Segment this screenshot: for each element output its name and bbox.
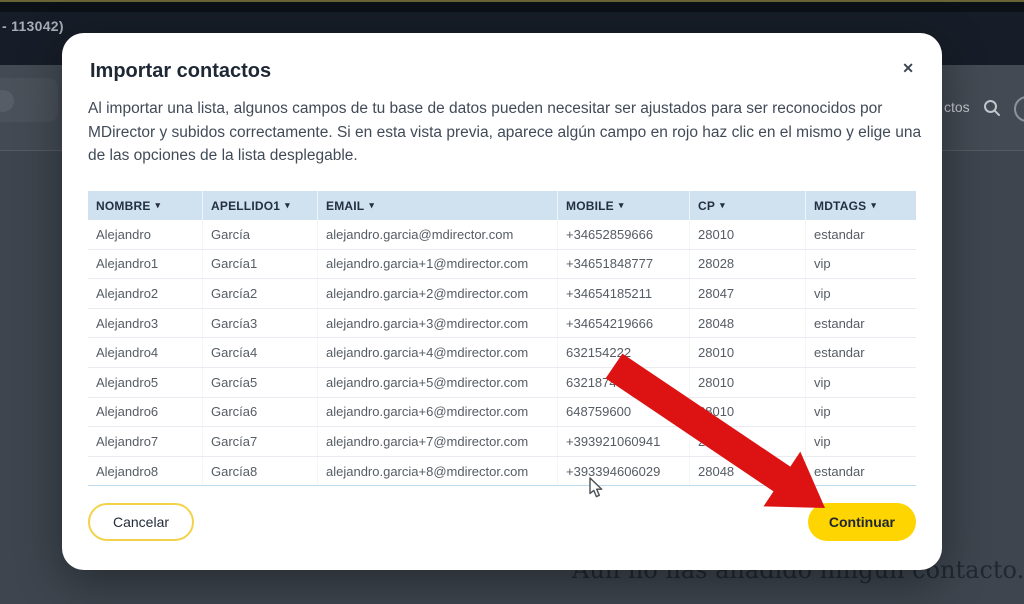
table-cell: +34651848777: [557, 250, 689, 279]
table-row: AlejandroGarcíaalejandro.garcia@mdirecto…: [88, 220, 916, 250]
table-cell: García2: [202, 279, 317, 308]
column-header-mdtags[interactable]: MDTAGS ▾: [805, 191, 916, 220]
column-label: MDTAGS: [814, 199, 866, 213]
table-cell: 28028: [689, 250, 805, 279]
table-cell: García7: [202, 427, 317, 456]
chevron-down-icon: ▾: [369, 200, 374, 211]
table-cell: alejandro.garcia+6@mdirector.com: [317, 398, 557, 427]
close-icon[interactable]: ✕: [902, 61, 914, 75]
cancel-button[interactable]: Cancelar: [88, 503, 194, 541]
table-cell: +393921060941: [557, 427, 689, 456]
chevron-down-icon: ▾: [720, 200, 725, 211]
table-cell: García4: [202, 338, 317, 367]
table-cell: alejandro.garcia+8@mdirector.com: [317, 457, 557, 486]
table-cell: Alejandro: [88, 220, 202, 249]
table-cell: alejandro.garcia+5@mdirector.com: [317, 368, 557, 397]
table-cell: 648759600: [557, 398, 689, 427]
table-cell: 28048: [689, 457, 805, 486]
column-header-nombre[interactable]: NOMBRE ▾: [88, 191, 202, 220]
column-label: CP: [698, 199, 715, 213]
table-cell: +393394606029: [557, 457, 689, 486]
table-row: Alejandro8García8alejandro.garcia+8@mdir…: [88, 457, 916, 486]
modal-description: Al importar una lista, algunos campos de…: [88, 97, 926, 168]
chevron-down-icon: ▾: [619, 200, 624, 211]
column-label: APELLIDO1: [211, 199, 280, 213]
column-label: MOBILE: [566, 199, 614, 213]
table-cell: +34652859666: [557, 220, 689, 249]
column-header-apellido1[interactable]: APELLIDO1 ▾: [202, 191, 317, 220]
continue-button[interactable]: Continuar: [808, 503, 916, 541]
import-contacts-modal: Importar contactos ✕ Al importar una lis…: [62, 33, 942, 570]
chevron-down-icon: ▾: [871, 200, 876, 211]
table-cell: García8: [202, 457, 317, 486]
table-cell: alejandro.garcia+1@mdirector.com: [317, 250, 557, 279]
table-cell: 28010: [689, 427, 805, 456]
table-cell: 28047: [689, 279, 805, 308]
table-cell: estandar: [805, 338, 916, 367]
table-row: Alejandro1García1alejandro.garcia+1@mdir…: [88, 250, 916, 280]
column-header-cp[interactable]: CP ▾: [689, 191, 805, 220]
table-body: AlejandroGarcíaalejandro.garcia@mdirecto…: [88, 220, 916, 485]
contacts-count-text: ctos: [944, 99, 970, 115]
table-cell: +34654219666: [557, 309, 689, 338]
table-cell: Alejandro2: [88, 279, 202, 308]
table-cell: 28010: [689, 338, 805, 367]
table-cell: alejandro.garcia+4@mdirector.com: [317, 338, 557, 367]
table-cell: vip: [805, 368, 916, 397]
top-black-bar: [0, 2, 1024, 12]
table-cell: estandar: [805, 309, 916, 338]
table-cell: alejandro.garcia+2@mdirector.com: [317, 279, 557, 308]
table-row: Alejandro2García2alejandro.garcia+2@mdir…: [88, 279, 916, 309]
preview-table: NOMBRE ▾ APELLIDO1 ▾ EMAIL ▾ MOBILE ▾ CP ▾ MDTAGS ▾…: [88, 191, 916, 486]
table-cell: alejandro.garcia@mdirector.com: [317, 220, 557, 249]
table-row: Alejandro3García3alejandro.garcia+3@mdir…: [88, 309, 916, 339]
table-cell: alejandro.garcia+7@mdirector.com: [317, 427, 557, 456]
table-cell: García5: [202, 368, 317, 397]
table-cell: García6: [202, 398, 317, 427]
table-cell: vip: [805, 250, 916, 279]
chevron-down-icon: ▾: [156, 200, 161, 211]
table-cell: Alejandro4: [88, 338, 202, 367]
table-row: Alejandro4García4alejandro.garcia+4@mdir…: [88, 338, 916, 368]
table-cell: alejandro.garcia+3@mdirector.com: [317, 309, 557, 338]
column-label: NOMBRE: [96, 199, 151, 213]
table-cell: Alejandro8: [88, 457, 202, 486]
table-row: Alejandro7García7alejandro.garcia+7@mdir…: [88, 427, 916, 457]
table-cell: vip: [805, 427, 916, 456]
table-row: Alejandro5García5alejandro.garcia+5@mdir…: [88, 368, 916, 398]
table-cell: vip: [805, 398, 916, 427]
column-header-email[interactable]: EMAIL ▾: [317, 191, 557, 220]
table-cell: estandar: [805, 457, 916, 486]
table-cell: vip: [805, 279, 916, 308]
search-icon[interactable]: [981, 97, 1003, 124]
column-header-mobile[interactable]: MOBILE ▾: [557, 191, 689, 220]
table-cell: 28048: [689, 309, 805, 338]
table-cell: Alejandro6: [88, 398, 202, 427]
table-header-row: NOMBRE ▾ APELLIDO1 ▾ EMAIL ▾ MOBILE ▾ CP ▾ MDTAGS ▾: [88, 191, 916, 220]
table-cell: 28010: [689, 398, 805, 427]
table-cell: Alejandro3: [88, 309, 202, 338]
table-cell: +34654185211: [557, 279, 689, 308]
list-id-text: - 113042): [2, 18, 64, 34]
table-cell: 28010: [689, 220, 805, 249]
column-label: EMAIL: [326, 199, 364, 213]
table-cell: 28010: [689, 368, 805, 397]
table-cell: Alejandro7: [88, 427, 202, 456]
table-cell: García: [202, 220, 317, 249]
table-cell: García3: [202, 309, 317, 338]
table-cell: estandar: [805, 220, 916, 249]
table-cell: Alejandro1: [88, 250, 202, 279]
table-cell: 6321874: [557, 368, 689, 397]
modal-title: Importar contactos: [90, 60, 271, 83]
table-cell: Alejandro5: [88, 368, 202, 397]
table-row: Alejandro6García6alejandro.garcia+6@mdir…: [88, 398, 916, 428]
table-cell: 632154222: [557, 338, 689, 367]
table-cell: García1: [202, 250, 317, 279]
chevron-down-icon: ▾: [285, 200, 290, 211]
